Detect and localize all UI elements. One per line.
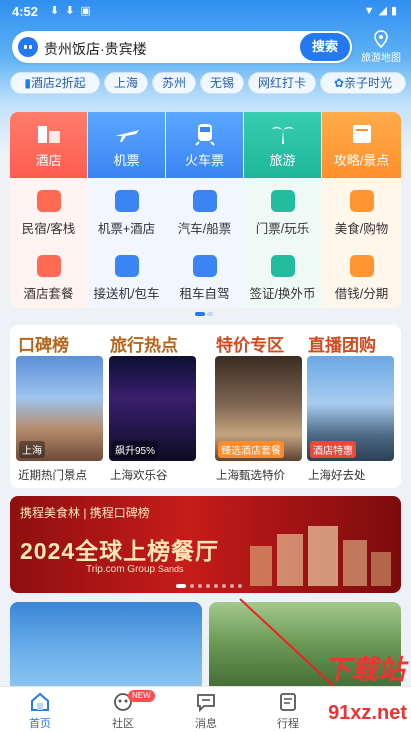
cell-car-rental[interactable]: 租车自驾: [166, 243, 243, 308]
cell-visa[interactable]: 签证/换外币: [244, 243, 321, 308]
tab-messages[interactable]: 消息: [176, 691, 236, 731]
message-icon: [197, 694, 215, 713]
travel-map-label: 旅游地图: [361, 53, 401, 64]
promo-header-hotspots[interactable]: 旅行热点: [110, 331, 178, 356]
banner-top-text: 携程美食林 | 携程口碑榜: [20, 506, 150, 520]
homestay-icon: [36, 190, 61, 212]
watermark-text-top: 下载站: [324, 655, 405, 685]
site-watermark: 下载站 91xz.net: [240, 640, 411, 732]
promo-header-reputation[interactable]: 口碑榜: [18, 331, 69, 356]
promo-caption-4[interactable]: 上海好去处: [308, 467, 366, 483]
banner-page-indicator: [176, 584, 246, 588]
chip-hotel-discount[interactable]: ▮酒店2折起: [10, 72, 100, 94]
promo-header-live[interactable]: 直播团购: [308, 331, 376, 356]
service-row-1: 民宿/客栈 机票+酒店 汽车/船票 门票/玩乐 美食/购物: [10, 178, 401, 243]
system-icons: ▼◢▮: [363, 5, 401, 17]
cell-loan[interactable]: 借钱/分期: [322, 243, 401, 308]
plane-icon: [114, 130, 139, 142]
service-row-2: 酒店套餐 接送机/包车 租车自驾 签证/换外币 借钱/分期: [10, 243, 401, 308]
service-grid: 酒店 机票 火车票 旅游 攻略/景点 民宿/客栈 机票+酒店 汽车/船票 门票/…: [10, 112, 401, 308]
tile-train[interactable]: 火车票: [166, 112, 243, 178]
flight-hotel-icon: [114, 190, 139, 212]
cell-airport-transfer[interactable]: 接送机/包车: [88, 243, 165, 308]
cell-shopping[interactable]: 美食/购物: [322, 178, 401, 243]
promo-tag-hotel-package: 臻选酒店套餐: [218, 441, 284, 458]
cell-ticket[interactable]: 门票/玩乐: [244, 178, 321, 243]
search-query[interactable]: 贵州饭店·贵宾楼: [44, 39, 147, 59]
cell-hotel-package[interactable]: 酒店套餐: [10, 243, 87, 308]
promo-image-amusement[interactable]: 飙升95%: [109, 356, 196, 461]
search-bar[interactable]: 贵州饭店·贵宾楼 搜索: [12, 31, 352, 63]
promo-caption-1[interactable]: 近期热门景点: [18, 467, 87, 483]
cell-homestay[interactable]: 民宿/客栈: [10, 178, 87, 243]
notification-icons: ⬇⬇▣: [50, 5, 97, 17]
tile-travel[interactable]: 旅游: [244, 112, 321, 178]
promo-section: 口碑榜 旅行热点 特价专区 直播团购 上海 飙升95% 臻选酒店套餐 酒店特惠 …: [10, 325, 401, 488]
promo-banner[interactable]: 携程美食林 | 携程口碑榜 2024全球上榜餐厅 Trip.com Group …: [10, 496, 401, 593]
chip-shanghai[interactable]: 上海: [104, 72, 148, 94]
promo-header-deals[interactable]: 特价专区: [216, 331, 284, 356]
train-icon: [194, 124, 215, 146]
banner-partner: Sands: [158, 564, 184, 574]
chip-hotspot[interactable]: 网红打卡: [248, 72, 316, 94]
promo-image-hotel[interactable]: 臻选酒店套餐: [215, 356, 302, 461]
ticket-icon: [270, 190, 295, 212]
map-pin-icon: [374, 30, 388, 48]
promo-image-castle[interactable]: 上海: [16, 356, 103, 461]
feed-card-sky[interactable]: [10, 602, 202, 692]
travel-map-button[interactable]: 旅游地图: [356, 28, 406, 66]
search-button[interactable]: 搜索: [300, 33, 350, 61]
grid-page-indicator: [195, 312, 215, 316]
tab-home[interactable]: 首页: [10, 691, 70, 731]
cell-flight-hotel[interactable]: 机票+酒店: [88, 178, 165, 243]
status-time: 4:52: [12, 4, 39, 19]
banner-title: 2024全球上榜餐厅: [20, 538, 220, 564]
bus-icon: [192, 190, 217, 212]
watermark-text-bottom: 91xz.net: [328, 702, 407, 724]
assistant-bot-icon[interactable]: [18, 37, 38, 57]
promo-tag-location: 上海: [19, 441, 45, 458]
chip-family[interactable]: ✿亲子时光: [320, 72, 406, 94]
tile-guide[interactable]: 攻略/景点: [322, 112, 401, 178]
promo-tag-trend: 飙升95%: [112, 441, 159, 458]
tile-flight[interactable]: 机票: [88, 112, 165, 178]
money-bag-icon: [349, 255, 374, 277]
airport-transfer-icon: [114, 255, 139, 277]
hotel-package-icon: [36, 255, 61, 277]
quick-chips: ▮酒店2折起 上海 苏州 无锡 网红打卡 ✿亲子时光: [0, 72, 411, 94]
palm-tree-icon: [271, 126, 294, 144]
banner-sponsor: Trip.com Group: [86, 564, 156, 575]
tile-hotel[interactable]: 酒店: [10, 112, 87, 178]
home-icon: [31, 692, 49, 711]
car-icon: [192, 255, 217, 277]
status-bar: 4:52 ⬇⬇▣ ▼◢▮: [0, 0, 411, 22]
guide-book-icon: [352, 125, 371, 143]
banner-building-illustration: [250, 526, 391, 586]
visa-icon: [270, 255, 295, 277]
promo-caption-3[interactable]: 上海甄选特价: [216, 467, 285, 483]
promo-image-skyline[interactable]: 酒店特惠: [307, 356, 394, 461]
promo-tag-hotel-deal: 酒店特惠: [310, 441, 356, 458]
cell-bus[interactable]: 汽车/船票: [166, 178, 243, 243]
chip-wuxi[interactable]: 无锡: [200, 72, 244, 94]
chip-suzhou[interactable]: 苏州: [152, 72, 196, 94]
shopping-bag-icon: [349, 190, 374, 212]
promo-caption-2[interactable]: 上海欢乐谷: [110, 467, 168, 483]
hotel-icon: [37, 126, 60, 143]
new-badge: NEW: [128, 690, 155, 702]
